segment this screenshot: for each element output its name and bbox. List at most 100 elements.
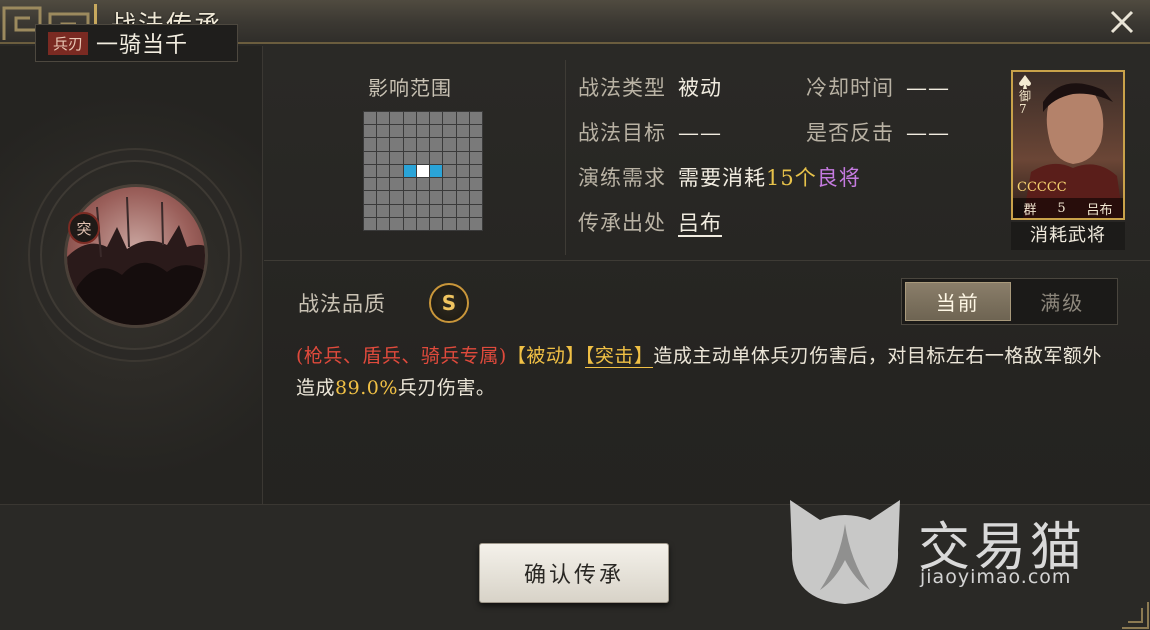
range-cell	[456, 191, 469, 204]
range-cell	[390, 112, 403, 125]
range-cell	[377, 138, 390, 151]
faction: 群	[1023, 202, 1037, 218]
range-cell-splash	[403, 164, 416, 178]
damage-type-tag: 兵刃	[48, 31, 89, 55]
range-cell	[364, 204, 377, 217]
origin-link[interactable]: 吕布	[678, 211, 722, 235]
range-cell	[390, 138, 403, 151]
range-cell	[456, 217, 469, 230]
origin-row: 传承出处 吕布	[578, 207, 722, 237]
range-cell	[364, 112, 377, 125]
drill-prefix: 需要消耗	[678, 166, 766, 190]
range-cell	[403, 178, 416, 191]
cooldown-row: 冷却时间 ——	[806, 72, 950, 102]
drill-item: 良将	[816, 166, 861, 190]
skill-type-label: 战法类型	[578, 76, 666, 100]
range-cell	[403, 112, 416, 125]
range-cell	[403, 151, 416, 164]
range-cell	[403, 191, 416, 204]
faction-level: 5	[1057, 200, 1066, 216]
divider	[565, 60, 566, 255]
assault-tag: 【突击】	[584, 345, 654, 368]
range-cell	[430, 138, 443, 151]
tab-max-level[interactable]: 满级	[1011, 282, 1115, 321]
quality-label: 战法品质	[298, 292, 386, 316]
skill-target-row: 战法目标 ——	[578, 117, 722, 147]
card-caption: 消耗武将	[1011, 222, 1125, 250]
skill-type-value: 被动	[678, 76, 722, 100]
range-cell	[377, 125, 390, 138]
range-cell	[456, 151, 469, 164]
range-cell	[469, 164, 482, 178]
range-cell	[377, 164, 390, 178]
range-cell	[443, 112, 456, 125]
counter-value: ——	[906, 121, 950, 145]
range-cell	[443, 191, 456, 204]
range-cell	[443, 164, 456, 178]
tab-current-level[interactable]: 当前	[905, 282, 1011, 321]
range-cell	[443, 217, 456, 230]
counter-row: 是否反击 ——	[806, 117, 950, 147]
range-cell	[456, 125, 469, 138]
range-cell	[469, 138, 482, 151]
range-cell	[390, 204, 403, 217]
quality-grade-badge: S	[429, 283, 469, 323]
range-cell	[416, 125, 430, 138]
corner-ornament-icon	[1122, 602, 1149, 629]
range-cell	[403, 138, 416, 151]
range-cell	[456, 138, 469, 151]
cooldown-value: ——	[906, 76, 950, 100]
range-cell	[430, 125, 443, 138]
range-cell	[469, 178, 482, 191]
general-card[interactable]: 御 7 CCCCC 群 5 吕布	[1011, 70, 1125, 220]
cavalry-charge-icon	[67, 196, 205, 325]
range-cell	[364, 217, 377, 230]
range-cell	[443, 151, 456, 164]
range-cell	[364, 178, 377, 191]
close-icon[interactable]	[1106, 6, 1138, 38]
range-cell	[469, 112, 482, 125]
range-cell	[443, 138, 456, 151]
range-cell	[390, 164, 403, 178]
range-cell	[416, 191, 430, 204]
range-cell	[390, 125, 403, 138]
range-cell	[469, 204, 482, 217]
range-cell	[416, 178, 430, 191]
range-cell	[364, 164, 377, 178]
range-cell	[364, 191, 377, 204]
range-cell	[443, 204, 456, 217]
description-text-2: 兵刃伤害。	[397, 377, 496, 399]
range-cell	[469, 125, 482, 138]
confirm-inherit-button[interactable]: 确认传承	[479, 543, 669, 603]
range-cell	[377, 151, 390, 164]
range-cell	[377, 217, 390, 230]
range-cell	[364, 125, 377, 138]
range-cell	[390, 178, 403, 191]
range-cell	[377, 191, 390, 204]
range-cell	[403, 125, 416, 138]
range-cell	[377, 112, 390, 125]
range-cell	[456, 112, 469, 125]
range-cell	[416, 217, 430, 230]
range-cell	[430, 204, 443, 217]
counter-label: 是否反击	[806, 121, 894, 145]
range-cell-splash	[430, 164, 443, 178]
troop-restriction: (枪兵、盾兵、骑兵专属)	[296, 345, 507, 367]
origin-label: 传承出处	[578, 211, 666, 235]
range-cell	[364, 138, 377, 151]
range-cell	[416, 112, 430, 125]
skill-portrait	[64, 184, 208, 328]
general-name: 吕布	[1086, 202, 1113, 218]
inherit-skill-window: 战法传承 兵刃 一骑当千 突 影响范围 战法类型被动 冷却时间—— 战法目标——…	[0, 0, 1150, 630]
range-cell	[377, 178, 390, 191]
range-cell	[390, 217, 403, 230]
passive-tag: 【被动】	[506, 345, 585, 367]
assault-tag-badge: 突	[68, 212, 100, 244]
skill-target-value: ——	[678, 121, 722, 145]
star-rating: CCCCC	[1017, 180, 1067, 195]
range-cell	[430, 112, 443, 125]
range-cell	[416, 138, 430, 151]
general-portrait	[1023, 83, 1123, 218]
range-cell	[430, 217, 443, 230]
range-cell	[469, 151, 482, 164]
